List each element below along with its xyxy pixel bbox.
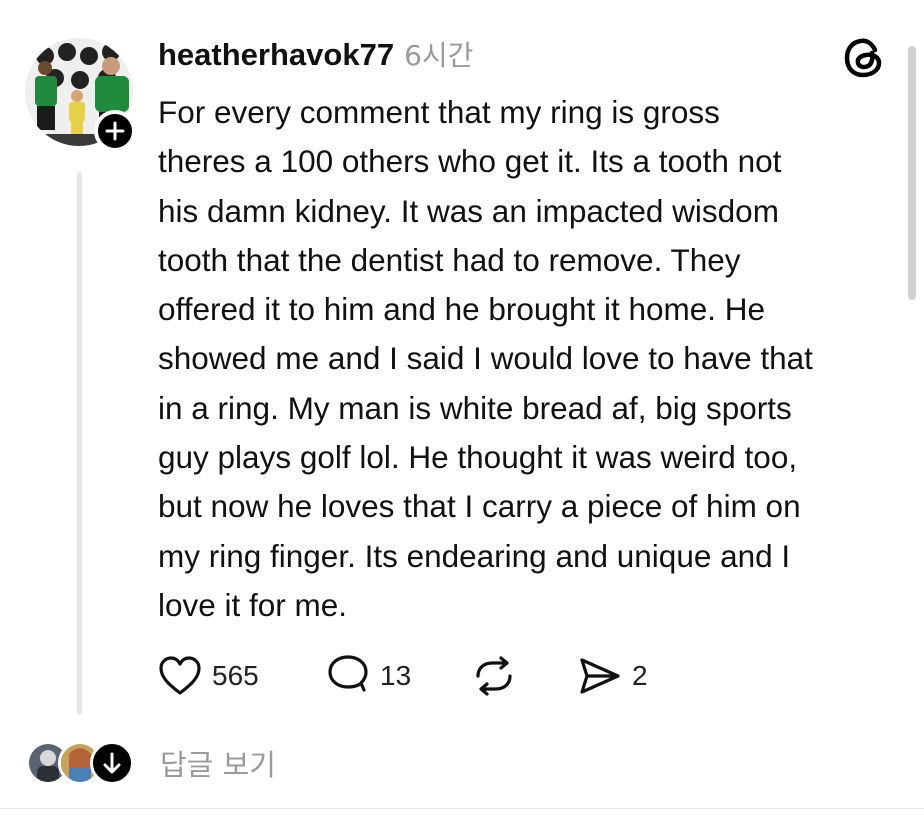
arrow-down-icon bbox=[103, 752, 121, 774]
view-replies-link[interactable]: 답글 보기 bbox=[160, 742, 276, 784]
expand-replies-button[interactable] bbox=[90, 741, 134, 785]
like-count: 565 bbox=[212, 660, 259, 691]
share-button[interactable]: 2 bbox=[578, 650, 648, 702]
post-text: For every comment that my ring is gross … bbox=[158, 94, 813, 623]
comment-count: 13 bbox=[380, 660, 412, 691]
timestamp: 6시간 bbox=[404, 39, 474, 72]
username[interactable]: heatherhavok77 bbox=[158, 37, 394, 73]
comment-bubble-icon bbox=[328, 655, 368, 692]
scrollbar[interactable] bbox=[908, 46, 916, 300]
threads-logo-icon[interactable] bbox=[842, 36, 886, 80]
send-icon bbox=[580, 658, 620, 694]
comment-button[interactable]: 13 bbox=[326, 650, 411, 702]
divider bbox=[0, 808, 924, 809]
plus-icon bbox=[105, 121, 125, 141]
like-button[interactable]: 565 bbox=[158, 650, 259, 702]
post-header: heatherhavok77 6시간 bbox=[158, 34, 473, 74]
share-count: 2 bbox=[632, 660, 648, 691]
heart-icon bbox=[159, 656, 201, 695]
repost-icon bbox=[476, 656, 512, 696]
follow-button[interactable] bbox=[94, 110, 136, 152]
repost-button[interactable] bbox=[472, 650, 516, 702]
thread-line bbox=[77, 172, 82, 715]
